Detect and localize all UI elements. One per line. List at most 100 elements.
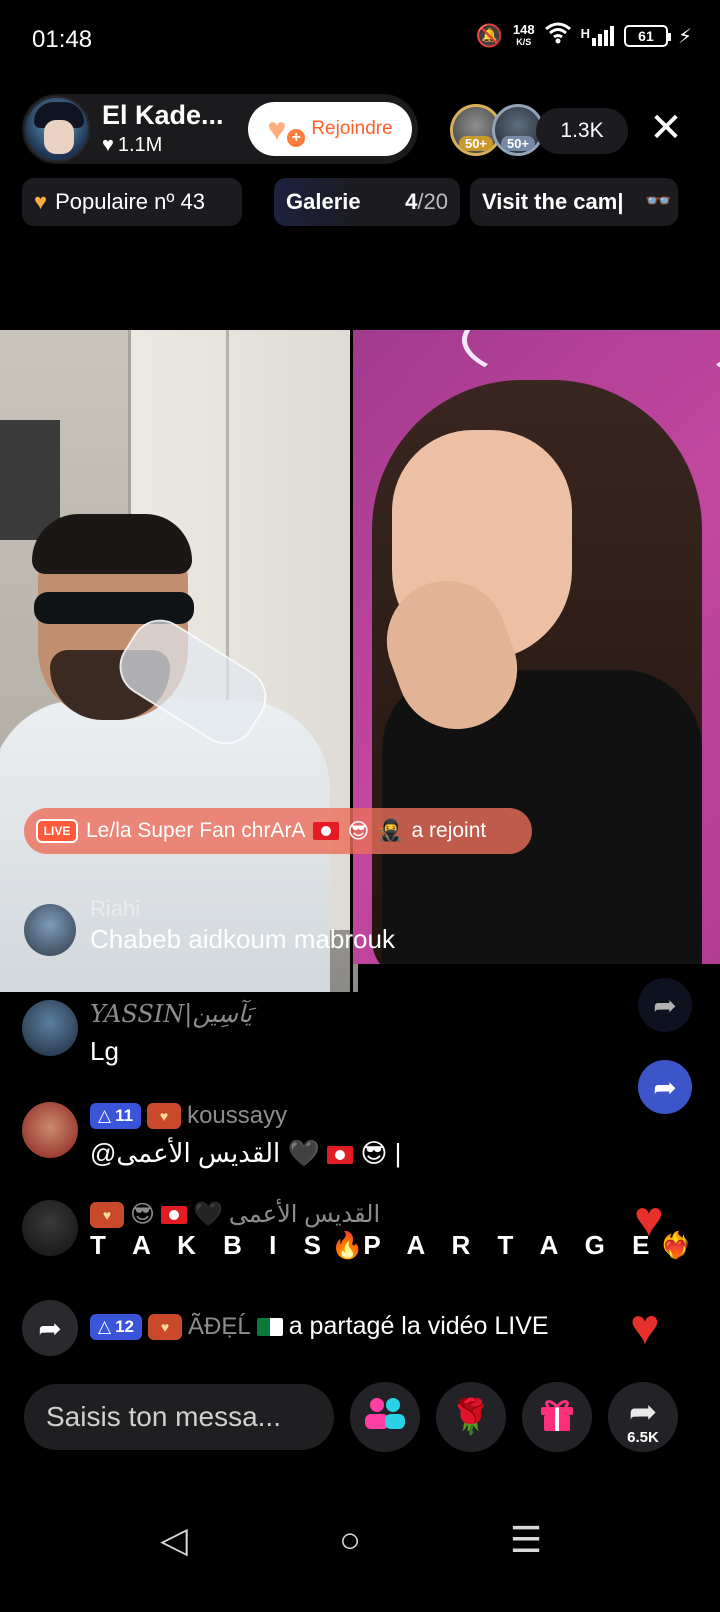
close-icon[interactable]: ✕: [646, 108, 686, 148]
guest-camera-right[interactable]: [352, 330, 720, 964]
tunisia-flag-icon: [327, 1146, 354, 1165]
guests-button[interactable]: [350, 1382, 420, 1452]
guest-camera-left[interactable]: [0, 330, 358, 992]
tunisia-flag-icon: [161, 1205, 188, 1224]
comment-text: Chabeb aidkoum mabrouk: [90, 924, 395, 954]
heart-fire-icon: ❤️‍🔥: [659, 1230, 692, 1260]
message-input-placeholder: Saisis ton messa...: [46, 1401, 281, 1432]
broken-heart-icon: ♥: [34, 189, 48, 214]
commenter-name: YASSIN|يَآسِين: [90, 1000, 252, 1028]
level-badge: △ 11: [90, 1103, 142, 1129]
fan-badge-icon: ♥: [90, 1201, 124, 1228]
share-text: a partagé la vidéo LIVE: [288, 1312, 549, 1340]
gift-icon: [537, 1393, 577, 1442]
popular-rank-chip[interactable]: ♥ Populaire nº 43: [22, 178, 242, 226]
heart-icon: ♥: [102, 134, 114, 156]
status-time: 01:48: [32, 26, 93, 53]
status-icons: 🔕 148 K/S H 61 ⚡: [475, 22, 692, 50]
popular-rank-label: Populaire nº 43: [55, 189, 205, 214]
heart-icon[interactable]: ♥: [634, 1194, 664, 1244]
share-icon: ➦: [628, 1393, 658, 1431]
visit-chip[interactable]: Visit the cam| 👓: [470, 178, 678, 226]
commenter-meta: △ 11 ♥ koussayy: [90, 1102, 287, 1130]
chat-message[interactable]: YASSIN|يَآسِين Lg: [22, 1000, 642, 1070]
battery-level: 61: [638, 28, 654, 44]
host-info[interactable]: El Kade... ♥ 1.1M ♥ + Rejoindre: [22, 94, 418, 164]
sunglasses-emoji-icon: 😎: [130, 1201, 156, 1228]
wifi-icon: [544, 22, 571, 50]
net-speed: 148 K/S: [512, 22, 535, 48]
join-notification-text: Le/la Super Fan chrArA: [86, 819, 306, 842]
live-icon: LIVE: [36, 819, 78, 843]
viewer-count[interactable]: 1.3K: [536, 108, 628, 154]
host-name: El Kade...: [102, 100, 224, 130]
fire-icon: 🔥: [330, 1230, 364, 1260]
comment-text: Lg: [90, 1036, 119, 1066]
tunisia-flag-icon: [313, 822, 340, 840]
gallery-total: /20: [417, 189, 448, 214]
glasses-icon: 👓: [644, 188, 672, 213]
gallery-label: Galerie: [286, 189, 361, 214]
sunglasses-emoji-icon: 😎: [347, 819, 370, 843]
gallery-chip[interactable]: Galerie 4/20: [274, 178, 460, 226]
rose-button[interactable]: 🌹: [436, 1382, 506, 1452]
live-video[interactable]: LIVE Le/la Super Fan chrArA 😎 🥷 a rejoin…: [0, 330, 720, 992]
level-value: 12: [115, 1316, 134, 1336]
commenter-avatar[interactable]: [22, 1102, 78, 1158]
level-value: 11: [115, 1106, 134, 1125]
nav-menu-icon[interactable]: ☰: [504, 1518, 548, 1562]
status-bar: 01:48 🔕 148 K/S H 61 ⚡: [0, 0, 720, 80]
commenter-avatar[interactable]: [22, 1000, 78, 1056]
commenter-name: Riahi: [90, 896, 141, 921]
message-input[interactable]: Saisis ton messa...: [24, 1384, 334, 1450]
heart-icon[interactable]: ♥: [630, 1302, 660, 1352]
viewer-badge: 50+: [501, 136, 535, 151]
comment-text-a: T A K B I S: [90, 1230, 331, 1260]
charging-icon: ⚡: [677, 25, 692, 48]
system-nav-bar: ◁ ○ ☰: [0, 1490, 720, 1610]
net-speed-value: 148: [512, 22, 535, 37]
join-button[interactable]: ♥ + Rejoindre: [248, 102, 412, 156]
comment-text: T A K B I S🔥P A R T A G E❤️‍🔥: [90, 1230, 692, 1261]
level-badge: △ 12: [90, 1313, 142, 1340]
host-avatar[interactable]: [24, 96, 90, 162]
viewer-badge: 50+: [459, 136, 493, 151]
chat-message[interactable]: ➦ △ 12 ♥ ÃĐẸĹ a partagé la vidéo LIVE: [22, 1300, 642, 1356]
gallery-current: 4: [405, 189, 418, 214]
comment-text-b: P A R T A G E: [363, 1230, 660, 1260]
visit-label: Visit the cam|: [482, 189, 624, 214]
share-count: 6.5K: [627, 1429, 659, 1446]
commenter-name: ÃĐẸĹ: [188, 1312, 251, 1340]
join-notification: LIVE Le/la Super Fan chrArA 😎 🥷 a rejoin…: [24, 808, 532, 854]
commenter-avatar[interactable]: [22, 1200, 78, 1256]
ninja-emoji-icon: 🥷: [377, 819, 404, 842]
gift-button[interactable]: [522, 1382, 592, 1452]
commenter-avatar[interactable]: [24, 904, 76, 956]
top-viewers[interactable]: 50+ 50+ 1.3K: [450, 104, 632, 156]
share-icon[interactable]: ➦: [638, 978, 692, 1032]
fan-badge-icon: ♥: [148, 1313, 182, 1340]
share-button[interactable]: ➦ 6.5K: [608, 1382, 678, 1452]
share-icon[interactable]: ➦: [638, 1060, 692, 1114]
nav-home-icon[interactable]: ○: [328, 1518, 372, 1562]
battery-icon: 61: [623, 25, 671, 47]
guests-icon: [363, 1395, 407, 1440]
signal-type: H: [580, 26, 590, 41]
commenter-name: القديس الأعمى: [228, 1201, 381, 1228]
join-button-label: Rejoindre: [311, 118, 393, 139]
chat-message[interactable]: ♥ 😎 🖤 القديس الأعمى T A K B I S🔥P A R T …: [22, 1200, 692, 1280]
nav-back-icon[interactable]: ◁: [152, 1518, 196, 1562]
signal-icon: H: [581, 26, 614, 46]
commenter-name-text: YASSIN|يَآسِين: [90, 1000, 252, 1028]
net-speed-unit: K/S: [516, 37, 532, 47]
fan-badge-icon: ♥: [147, 1103, 182, 1129]
comment-tail: 😎 |: [360, 1138, 402, 1168]
gallery-count: 4/20: [405, 189, 448, 215]
comment-mention: @القديس الأعمى 🖤: [90, 1138, 320, 1168]
rose-icon: 🌹: [449, 1398, 493, 1436]
chat-message[interactable]: △ 11 ♥ koussayy @القديس الأعمى 🖤 😎 |: [22, 1102, 642, 1172]
overlay-comment: Riahi Chabeb aidkoum mabrouk: [24, 896, 444, 962]
comment-text: @القديس الأعمى 🖤 😎 |: [90, 1138, 401, 1169]
mute-icon: 🔕: [475, 23, 503, 48]
join-notification-suffix: a rejoint: [411, 819, 487, 842]
